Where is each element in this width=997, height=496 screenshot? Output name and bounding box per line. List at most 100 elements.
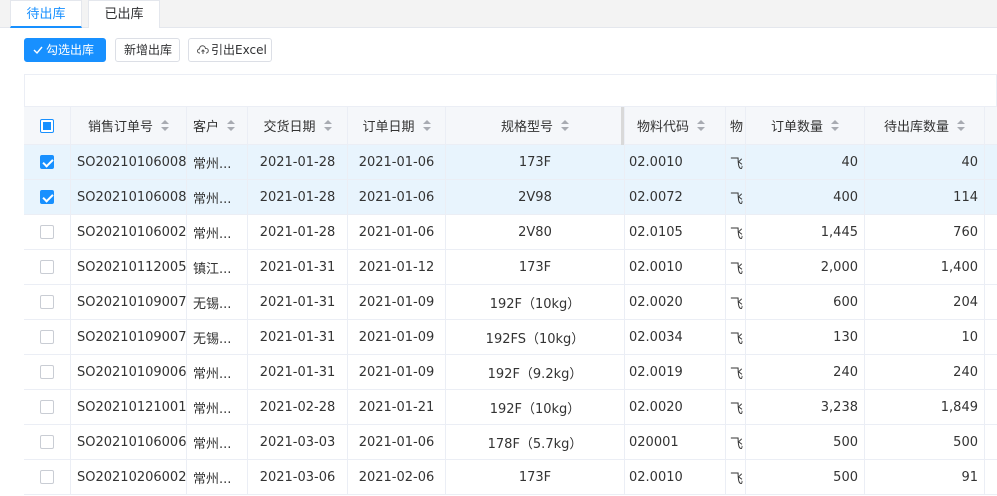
table-row[interactable]: SO20210109007 无锡... 2021-01-31 2021-01-09 19… xyxy=(24,285,997,320)
cell-customer: 常州... xyxy=(187,145,248,179)
cell-delivery-date: 2021-01-28 xyxy=(248,215,348,249)
table-row[interactable]: SO20210106006 常州... 2021-03-03 2021-01-06 17… xyxy=(24,425,997,460)
sort-icon[interactable] xyxy=(957,119,965,132)
table-row[interactable]: SO20210106008 常州... 2021-01-28 2021-01-06 2V… xyxy=(24,180,997,215)
row-select-cell[interactable] xyxy=(24,425,71,459)
cell-order-qty-text: 500 xyxy=(833,434,858,450)
cell-material-name: 飞 xyxy=(726,215,746,249)
cell-order-date: 2021-01-06 xyxy=(348,180,446,214)
sort-icon[interactable] xyxy=(161,119,169,132)
cell-order-date: 2021-01-06 xyxy=(348,425,446,459)
col-header-order-qty[interactable]: 订单数量 xyxy=(746,107,865,144)
col-header-order-date[interactable]: 订单日期 xyxy=(348,107,446,144)
row-select-cell[interactable] xyxy=(24,250,71,284)
tab-bar: 待出库 已出库 xyxy=(0,0,997,28)
row-select-cell[interactable] xyxy=(24,320,71,354)
row-checkbox[interactable] xyxy=(40,400,54,414)
cell-customer-text: 常州... xyxy=(193,366,232,382)
select-all-cell[interactable] xyxy=(24,107,71,144)
row-select-cell[interactable] xyxy=(24,180,71,214)
cell-pending-qty-text: 114 xyxy=(953,189,978,205)
row-select-cell[interactable] xyxy=(24,145,71,179)
cell-pending-qty: 91 xyxy=(865,460,985,494)
cell-material-code: 02.0072 xyxy=(625,180,726,214)
cell-order-qty-text: 400 xyxy=(833,189,858,205)
cell-material-code-text: 020001 xyxy=(629,434,679,450)
table-row[interactable]: SO20210109007 无锡... 2021-01-31 2021-01-09 19… xyxy=(24,320,997,355)
cell-material-code-text: 02.0010 xyxy=(629,259,683,275)
row-checkbox[interactable] xyxy=(40,295,54,309)
cell-pending-qty: 10 xyxy=(865,320,985,354)
select-all-checkbox[interactable] xyxy=(40,118,54,133)
sort-icon[interactable] xyxy=(323,119,332,132)
cell-spec: 192F（10kg） xyxy=(446,390,625,424)
col-label: 销售订单号 xyxy=(87,120,153,135)
cell-spec: 192F（10kg） xyxy=(446,285,625,319)
row-checkbox[interactable] xyxy=(40,225,54,239)
col-header-spec[interactable]: 规格型号 xyxy=(446,107,625,144)
row-checkbox[interactable] xyxy=(40,470,54,484)
col-header-material-code[interactable]: 物料代码 xyxy=(625,107,726,144)
select-outbound-label: 勾选出库 xyxy=(46,43,95,57)
cell-delivery-date-text: 2021-02-28 xyxy=(259,399,336,415)
table-row[interactable]: SO20210106002 常州... 2021-01-28 2021-01-06 2V… xyxy=(24,215,997,250)
table-row[interactable]: SO20210112005 镇江... 2021-01-31 2021-01-12 17… xyxy=(24,250,997,285)
col-label: 订单日期 xyxy=(362,120,415,135)
col-label: 交货日期 xyxy=(263,120,316,135)
cell-order-qty: 400 xyxy=(746,180,865,214)
new-outbound-button[interactable]: 新增出库 xyxy=(115,38,180,62)
cell-material-code: 020001 xyxy=(625,425,726,459)
cell-order-qty-text: 130 xyxy=(833,329,858,345)
cell-spec-text: 192F（10kg） xyxy=(489,296,581,312)
row-checkbox[interactable] xyxy=(40,260,54,274)
cell-material-code: 02.0010 xyxy=(625,250,726,284)
cell-pending-qty: 204 xyxy=(865,285,985,319)
cell-customer-text: 常州... xyxy=(193,401,232,417)
cell-material-name-text: 飞 xyxy=(730,401,744,417)
sort-icon[interactable] xyxy=(697,119,706,132)
select-outbound-button[interactable]: 勾选出库 xyxy=(24,38,106,62)
col-header-delivery-date[interactable]: 交货日期 xyxy=(248,107,348,144)
row-checkbox[interactable] xyxy=(40,435,54,449)
table-row[interactable]: SO20210206002 常州... 2021-03-06 2021-02-06 17… xyxy=(24,460,997,495)
cell-delivery-date: 2021-01-31 xyxy=(248,355,348,389)
row-checkbox[interactable] xyxy=(40,155,54,169)
table-row[interactable]: SO20210109006 常州... 2021-01-31 2021-01-09 19… xyxy=(24,355,997,390)
cell-material-name: 飞 xyxy=(726,355,746,389)
row-checkbox[interactable] xyxy=(40,365,54,379)
cell-spec: 2V98 xyxy=(446,180,625,214)
row-checkbox[interactable] xyxy=(40,190,54,204)
table-row[interactable]: SO20210121001 常州... 2021-02-28 2021-01-21 19… xyxy=(24,390,997,425)
col-header-material-name[interactable]: 物 xyxy=(726,107,746,144)
cell-material-code-text: 02.0019 xyxy=(629,364,683,380)
row-select-cell[interactable] xyxy=(24,460,71,494)
export-excel-button[interactable]: 引出Excel xyxy=(188,38,272,62)
row-select-cell[interactable] xyxy=(24,390,71,424)
cell-pending-qty-text: 10 xyxy=(961,329,978,345)
sort-icon[interactable] xyxy=(227,119,236,132)
cell-order-date-text: 2021-02-06 xyxy=(358,469,435,485)
col-header-pending-qty[interactable]: 待出库数量 xyxy=(865,107,985,144)
col-header-customer[interactable]: 客户 xyxy=(187,107,248,144)
row-checkbox[interactable] xyxy=(40,330,54,344)
row-select-cell[interactable] xyxy=(24,285,71,319)
table-row[interactable]: SO20210106008 常州... 2021-01-28 2021-01-06 17… xyxy=(24,145,997,180)
row-select-cell[interactable] xyxy=(24,215,71,249)
cell-spec-text: 2V80 xyxy=(518,224,552,240)
cell-order-date-text: 2021-01-06 xyxy=(358,154,435,170)
sort-icon[interactable] xyxy=(561,119,569,132)
row-select-cell[interactable] xyxy=(24,355,71,389)
cell-pending-qty-text: 40 xyxy=(961,154,978,170)
cell-material-name-text: 飞 xyxy=(730,261,744,277)
cell-spec-text: 192F（9.2kg） xyxy=(487,366,583,382)
cell-delivery-date: 2021-01-31 xyxy=(248,320,348,354)
column-resize-handle[interactable] xyxy=(621,107,624,146)
cell-delivery-date: 2021-01-31 xyxy=(248,250,348,284)
sort-icon[interactable] xyxy=(831,119,839,132)
cell-customer: 无锡... xyxy=(187,285,248,319)
tab-pending-outbound[interactable]: 待出库 xyxy=(10,0,82,28)
cell-customer: 镇江... xyxy=(187,250,248,284)
tab-completed-outbound[interactable]: 已出库 xyxy=(88,0,160,28)
col-header-order-no[interactable]: 销售订单号 xyxy=(71,107,187,144)
sort-icon[interactable] xyxy=(422,119,431,132)
